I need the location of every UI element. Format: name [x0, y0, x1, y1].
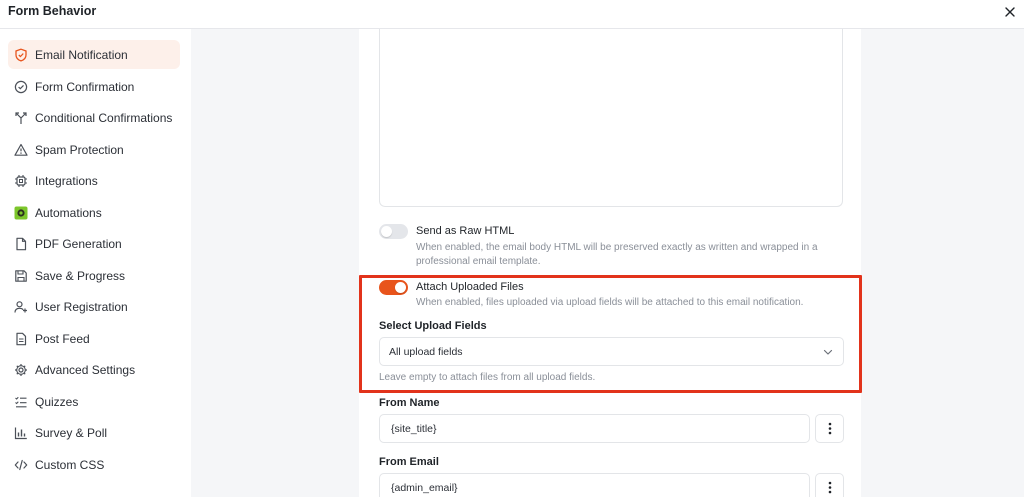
sidebar-item-advanced-settings[interactable]: Advanced Settings [8, 355, 180, 384]
sidebar-item-label: Post Feed [35, 331, 90, 346]
user-plus-icon [14, 300, 28, 314]
raw-html-help-line1: When enabled, the email body HTML will b… [416, 242, 818, 253]
automations-logo-icon [14, 206, 28, 220]
sidebar-item-user-registration[interactable]: User Registration [8, 292, 180, 321]
sidebar-item-automations[interactable]: Automations [8, 198, 180, 227]
sidebar-item-label: Spam Protection [35, 142, 124, 157]
close-button[interactable] [1000, 2, 1020, 22]
toggle-knob [395, 282, 406, 293]
from-email-label: From Email [379, 456, 439, 468]
window-titlebar: Form Behavior [0, 0, 1024, 29]
from-name-more-button[interactable] [815, 414, 844, 443]
gear-icon [14, 363, 28, 377]
sidebar-item-label: Conditional Confirmations [35, 110, 173, 125]
close-icon [1005, 7, 1015, 17]
sidebar-item-label: Save & Progress [35, 268, 126, 283]
from-email-input[interactable]: {admin_email} [379, 473, 810, 497]
document-icon [14, 237, 28, 251]
sidebar-item-email-notification[interactable]: Email Notification [8, 40, 180, 69]
sidebar-item-pdf-generation[interactable]: PDF Generation [8, 229, 180, 258]
checklist-icon [14, 395, 28, 409]
sidebar-item-label: Advanced Settings [35, 362, 136, 377]
sidebar-item-post-feed[interactable]: Post Feed [8, 324, 180, 353]
chip-icon [14, 174, 28, 188]
email-body-editor[interactable] [379, 29, 843, 207]
right-gutter [861, 29, 1024, 497]
sidebar-item-custom-css[interactable]: Custom CSS [8, 450, 180, 479]
sidebar-item-spam-protection[interactable]: Spam Protection [8, 135, 180, 164]
left-gutter [191, 29, 359, 497]
sidebar-item-label: PDF Generation [35, 236, 122, 251]
chevron-down-icon [823, 349, 833, 355]
toggle-knob [381, 226, 392, 237]
warning-triangle-icon [14, 143, 28, 157]
from-name-label: From Name [379, 397, 440, 409]
sidebar-item-save-progress[interactable]: Save & Progress [8, 261, 180, 290]
check-circle-icon [14, 80, 28, 94]
raw-html-help-line2: professional email template. [416, 256, 541, 267]
window-title: Form Behavior [8, 4, 97, 18]
sidebar-item-label: Automations [35, 205, 102, 220]
file-text-icon [14, 332, 28, 346]
sidebar-item-survey-poll[interactable]: Survey & Poll [8, 418, 180, 447]
upload-fields-label: Select Upload Fields [379, 320, 487, 332]
shield-icon [14, 48, 28, 62]
code-icon [14, 458, 28, 472]
sidebar-item-label: Form Confirmation [35, 79, 135, 94]
raw-html-toggle[interactable] [379, 224, 408, 239]
more-vertical-icon [828, 481, 831, 494]
sidebar-item-conditional-confirmations[interactable]: Conditional Confirmations [8, 103, 180, 132]
attach-files-label: Attach Uploaded Files [416, 281, 524, 293]
sidebar-item-integrations[interactable]: Integrations [8, 166, 180, 195]
floppy-disk-icon [14, 269, 28, 283]
raw-html-label: Send as Raw HTML [416, 225, 515, 237]
attach-files-help: When enabled, files uploaded via upload … [416, 297, 804, 308]
sidebar-item-label: Quizzes [35, 394, 79, 409]
upload-fields-value: All upload fields [389, 346, 463, 358]
from-email-value: {admin_email} [391, 482, 458, 494]
sidebar-item-label: Survey & Poll [35, 425, 108, 440]
sidebar-item-label: Custom CSS [35, 457, 105, 472]
split-arrows-icon [14, 111, 28, 125]
sidebar-item-quizzes[interactable]: Quizzes [8, 387, 180, 416]
upload-fields-help: Leave empty to attach files from all upl… [379, 372, 596, 383]
bar-chart-icon [14, 426, 28, 440]
from-name-input[interactable]: {site_title} [379, 414, 810, 443]
sidebar-item-label: User Registration [35, 299, 128, 314]
sidebar-item-label: Integrations [35, 173, 98, 188]
attach-files-toggle[interactable] [379, 280, 408, 295]
from-name-value: {site_title} [391, 423, 437, 435]
sidebar-item-form-confirmation[interactable]: Form Confirmation [8, 72, 180, 101]
sidebar: Email Notification Form Confirmation Con… [0, 29, 191, 497]
more-vertical-icon [828, 422, 831, 435]
upload-fields-select[interactable]: All upload fields [379, 337, 844, 366]
sidebar-item-label: Email Notification [35, 47, 128, 62]
from-email-more-button[interactable] [815, 473, 844, 497]
